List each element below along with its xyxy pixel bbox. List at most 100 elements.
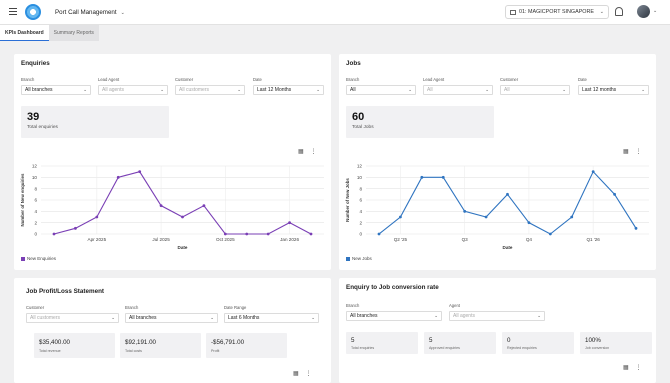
y-tick-label: 10 — [32, 175, 38, 180]
x-tick-label: Jul 2025 — [152, 237, 170, 242]
filter-label: Customer — [26, 305, 45, 310]
data-point — [506, 192, 509, 196]
enquiries-card: Enquiries Branch All branches ⌄ Lead Agen… — [14, 54, 331, 270]
filter-label: Branch — [346, 303, 360, 308]
chevron-down-icon[interactable]: ⌄ — [653, 8, 657, 14]
select-value: All branches — [129, 315, 157, 321]
y-tick-label: 8 — [34, 186, 37, 191]
kpi-label: Total costs — [125, 349, 142, 353]
chart-legend: New Jobs — [346, 256, 372, 261]
avatar[interactable] — [637, 5, 650, 18]
kpi-value: 100% — [585, 337, 601, 344]
y-tick-label: 10 — [357, 175, 363, 180]
chevron-down-icon: ⌄ — [599, 9, 604, 15]
data-point — [159, 204, 163, 208]
select-placeholder: All agents — [453, 313, 475, 319]
x-tick-label: Apr 2025 — [88, 237, 107, 242]
kpi-value: 5 — [429, 337, 433, 344]
data-point — [399, 215, 402, 219]
customer-select[interactable]: All customers ⌄ — [26, 313, 119, 323]
filter-label: Date Range — [224, 305, 247, 310]
bell-icon[interactable] — [615, 7, 623, 16]
customer-filter: Customer All customers ⌄ — [26, 305, 119, 323]
port-name: 01: MAGICPORT SINGAPORE — [519, 9, 594, 15]
data-point — [377, 232, 381, 236]
legend-swatch — [346, 256, 350, 261]
date-range-select[interactable]: Last 6 Months ⌄ — [224, 313, 319, 323]
jobs-card: Jobs Branch All ⌄ Lead Agent All ⌄ Custome… — [339, 54, 656, 270]
kpi-value: 0 — [507, 337, 511, 344]
branch-select[interactable]: All branches ⌄ — [346, 311, 442, 321]
hamburger-icon[interactable] — [9, 8, 17, 15]
app-selector[interactable]: Port Call Management ⌄ — [51, 6, 129, 19]
kpi-approved-enquiries: 5 Approved enquiries — [424, 332, 496, 354]
data-point — [95, 215, 99, 219]
x-tick-label: Q1 '26 — [586, 237, 600, 242]
chevron-down-icon: ⌄ — [311, 315, 315, 320]
agent-select[interactable]: All agents ⌄ — [449, 311, 545, 321]
y-tick-label: 0 — [359, 232, 362, 237]
port-icon — [510, 9, 516, 15]
y-tick-label: 12 — [357, 164, 363, 169]
data-point — [309, 232, 313, 236]
data-point — [527, 221, 531, 225]
filter-label: Branch — [125, 305, 139, 310]
chevron-down-icon: ⌄ — [434, 313, 438, 318]
enquiries-chart: 0 2 4 6 8 10 12 Apr 2025 Jul 2025 Oct 2025 Jan 202… — [20, 164, 324, 250]
tab-kpis-dashboard[interactable]: KPIs Dashboard — [0, 25, 49, 41]
x-axis-label: Date — [178, 245, 188, 250]
x-tick-label: Q2 '25 — [394, 237, 408, 242]
y-tick-label: 0 — [34, 232, 37, 237]
legend-label: New Enquiries — [27, 256, 57, 261]
kpi-value: $35,400.00 — [39, 339, 70, 346]
data-point — [634, 226, 638, 230]
data-point — [138, 170, 142, 174]
data-point — [74, 226, 77, 230]
kpi-label: Total enquiries — [351, 346, 375, 350]
kpi-value: 5 — [351, 337, 355, 344]
data-point — [420, 175, 424, 179]
data-point — [52, 232, 56, 236]
kpi-label: Job conversion — [585, 346, 610, 350]
conversion-card: Enquiry to Job conversion rate Branch Al… — [339, 278, 656, 383]
legend-label: New Jobs — [352, 256, 372, 261]
data-point — [484, 215, 488, 219]
chevron-down-icon: ⌄ — [210, 315, 214, 320]
kpi-profit: -$56,791.00 Profit — [206, 333, 287, 358]
table-icon[interactable]: ▦ — [623, 364, 629, 371]
kpi-total-revenue: $35,400.00 Total revenue — [34, 333, 115, 358]
x-axis-label: Date — [503, 245, 513, 250]
profit-loss-card: Job Profit/Loss Statement Customer All c… — [14, 278, 331, 383]
top-bar: Port Call Management ⌄ 01: MAGICPORT SIN… — [0, 0, 670, 25]
select-placeholder: All customers — [30, 315, 61, 321]
chevron-down-icon: ⌄ — [120, 9, 125, 16]
x-tick-label: Q4 — [526, 237, 533, 242]
y-axis-label: Number of New enquiries — [20, 173, 25, 226]
table-icon[interactable]: ▦ — [293, 370, 299, 377]
y-tick-label: 4 — [359, 209, 362, 214]
y-axis-label: Number of New Jobs — [345, 178, 350, 222]
y-tick-label: 12 — [32, 164, 38, 169]
filter-label: Agent — [449, 303, 460, 308]
branch-filter: Branch All branches ⌄ — [346, 303, 442, 321]
tab-summary-reports[interactable]: Summary Reports — [48, 25, 99, 41]
kebab-menu-icon[interactable]: ⋮ — [636, 364, 642, 371]
x-tick-label: Oct 2025 — [216, 237, 235, 242]
data-point — [288, 221, 291, 225]
kpi-rejected-enquiries: 0 Rejected enquiries — [502, 332, 574, 354]
y-tick-label: 4 — [34, 209, 37, 214]
branch-filter: Branch All branches ⌄ — [125, 305, 218, 323]
chevron-down-icon: ⌄ — [111, 315, 115, 320]
kpi-value: -$56,791.00 — [211, 339, 245, 346]
y-tick-label: 2 — [34, 220, 37, 225]
kebab-menu-icon[interactable]: ⋮ — [306, 370, 312, 377]
chart-legend: New Enquiries — [21, 256, 56, 261]
series-line — [53, 171, 312, 235]
legend-swatch — [21, 256, 25, 261]
card-title: Job Profit/Loss Statement — [26, 288, 105, 295]
branch-select[interactable]: All branches ⌄ — [125, 313, 218, 323]
port-selector[interactable]: 01: MAGICPORT SINGAPORE ⌄ — [505, 5, 609, 19]
y-tick-label: 8 — [359, 186, 362, 191]
date-range-filter: Date Range Last 6 Months ⌄ — [224, 305, 319, 323]
data-point — [548, 232, 552, 236]
